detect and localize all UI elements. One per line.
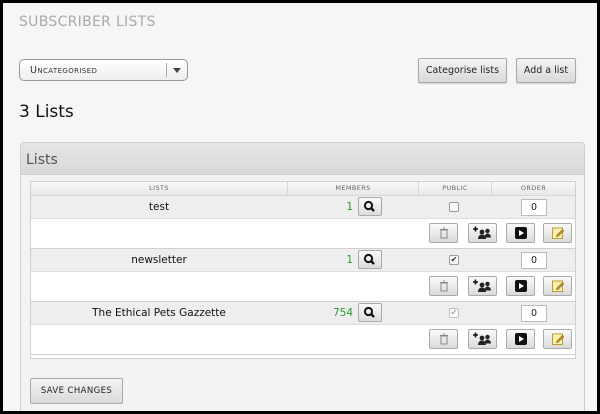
table-row: The Ethical Pets Gazzette 754 ✔ 0	[31, 302, 575, 325]
public-checkbox[interactable]	[449, 202, 459, 212]
panel-header	[21, 143, 584, 175]
chevron-down-icon	[173, 68, 181, 73]
add-users-icon	[472, 332, 491, 345]
view-members-button[interactable]	[358, 303, 382, 322]
page-title: SUBSCRIBER LISTS	[19, 14, 156, 30]
view-members-button[interactable]	[358, 197, 382, 216]
edit-list-button[interactable]	[543, 329, 572, 349]
add-subscribers-button[interactable]	[468, 276, 497, 296]
trash-icon	[439, 280, 448, 292]
member-count: 1	[346, 201, 353, 213]
public-checkbox: ✔	[449, 308, 459, 318]
trash-icon	[439, 333, 448, 345]
magnifier-icon	[363, 253, 375, 265]
table-row-actions	[31, 325, 575, 355]
delete-list-button[interactable]	[429, 223, 458, 243]
member-count: 754	[332, 307, 353, 319]
list-name: The Ethical Pets Gazzette	[92, 307, 226, 319]
send-button[interactable]	[506, 329, 535, 349]
play-icon	[514, 333, 527, 345]
play-icon	[514, 227, 527, 239]
magnifier-icon	[363, 200, 375, 212]
add-subscribers-button[interactable]	[468, 223, 497, 243]
send-button[interactable]	[506, 223, 535, 243]
add-users-icon	[472, 226, 491, 239]
view-members-button[interactable]	[358, 250, 382, 269]
member-count: 1	[346, 254, 353, 266]
column-header-members[interactable]: MEMBERS	[288, 184, 418, 192]
public-checkbox[interactable]: ✔	[449, 255, 459, 265]
list-name: newsletter	[131, 254, 187, 266]
order-input[interactable]: 0	[521, 199, 547, 216]
window-frame: SUBSCRIBER LISTS Uncategorised Categoris…	[3, 3, 597, 411]
column-header-lists[interactable]: LISTS	[31, 184, 287, 192]
table-row: newsletter 1 ✔ 0	[31, 249, 575, 272]
lists-table: LISTS MEMBERS PUBLIC ORDER test 1 0 news…	[30, 181, 576, 359]
play-icon	[514, 280, 527, 292]
table-row-actions	[31, 272, 575, 302]
add-list-button[interactable]: Add a list	[516, 58, 576, 83]
order-input[interactable]: 0	[521, 305, 547, 322]
edit-list-button[interactable]	[543, 276, 572, 296]
order-input[interactable]: 0	[521, 252, 547, 269]
categorise-lists-button[interactable]: Categorise lists	[418, 58, 507, 83]
delete-list-button[interactable]	[429, 329, 458, 349]
list-count: 3 Lists	[19, 102, 74, 122]
list-name: test	[148, 201, 170, 213]
magnifier-icon	[363, 306, 375, 318]
delete-list-button[interactable]	[429, 276, 458, 296]
send-button[interactable]	[506, 276, 535, 296]
table-row-actions	[31, 219, 575, 249]
column-header-public[interactable]: PUBLIC	[419, 184, 491, 192]
category-select[interactable]: Uncategorised	[19, 59, 188, 81]
trash-icon	[439, 227, 448, 239]
table-row: test 1 0	[31, 196, 575, 219]
edit-list-button[interactable]	[543, 223, 572, 243]
category-select-value: Uncategorised	[30, 65, 98, 76]
column-header-order[interactable]: ORDER	[492, 184, 575, 192]
panel-title: Lists	[26, 152, 58, 168]
table-header: LISTS MEMBERS PUBLIC ORDER	[31, 182, 575, 196]
edit-pencil-icon	[551, 333, 564, 345]
select-divider	[166, 63, 167, 77]
edit-pencil-icon	[551, 227, 564, 239]
save-changes-button[interactable]: SAVE CHANGES	[30, 378, 123, 404]
edit-pencil-icon	[551, 280, 564, 292]
add-subscribers-button[interactable]	[468, 329, 497, 349]
lists-panel: Lists LISTS MEMBERS PUBLIC ORDER test 1 …	[20, 142, 585, 411]
add-users-icon	[472, 279, 491, 292]
